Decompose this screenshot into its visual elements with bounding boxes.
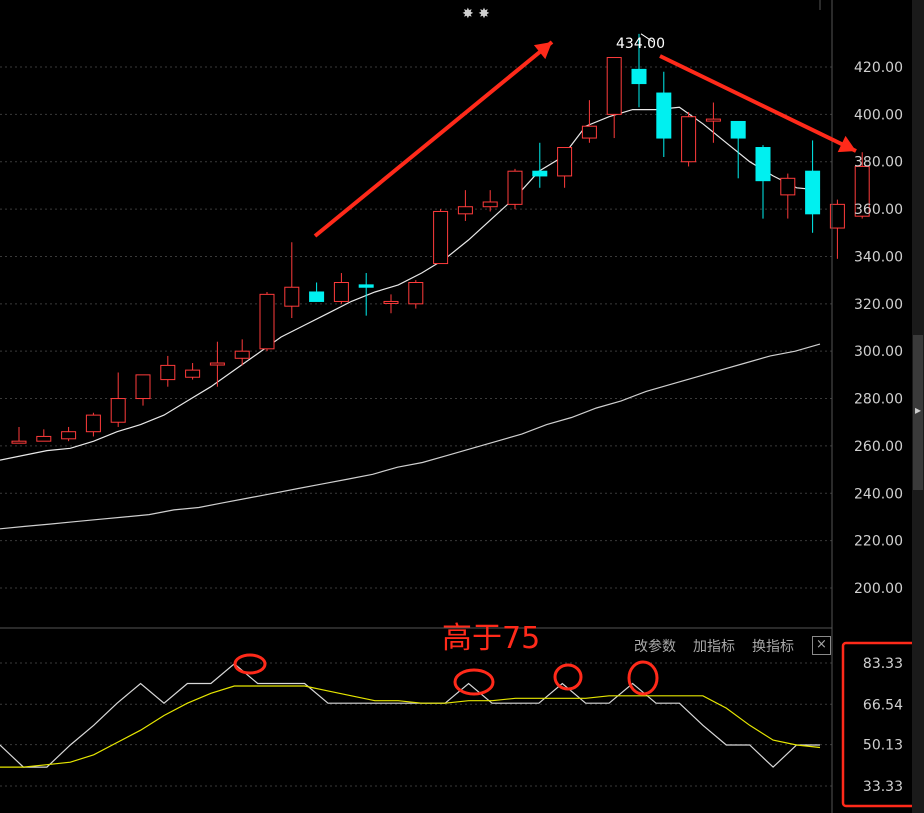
candle-body	[730, 120, 746, 139]
ma-long-line	[0, 343, 821, 530]
candle-body	[656, 92, 672, 139]
red-annotations	[233, 40, 857, 696]
highlight-circle	[627, 660, 659, 696]
price-tick-label: 200.00	[854, 581, 903, 597]
candle-body	[309, 291, 325, 302]
highlight-circle	[453, 668, 495, 696]
candle-body	[85, 414, 101, 433]
top-marks: ✸ ✸	[462, 6, 490, 22]
candle-body	[457, 206, 473, 215]
candle-body	[408, 282, 424, 305]
price-tick-label: 400.00	[854, 107, 903, 123]
max-price-label: 434.00	[616, 36, 665, 52]
highlight-circle	[233, 653, 267, 675]
candle-body	[383, 300, 399, 304]
indicator-tick-label: 33.33	[863, 779, 903, 795]
candle-body	[185, 369, 201, 378]
candle-body	[259, 293, 275, 350]
candle-body	[160, 364, 176, 381]
candle-body	[135, 374, 151, 400]
candle-body	[780, 177, 796, 196]
candle-body	[532, 170, 548, 177]
price-tick-label: 260.00	[854, 439, 903, 455]
candle-body	[284, 286, 300, 307]
edit-params-button[interactable]: 改参数	[634, 636, 676, 656]
candle-body	[61, 431, 77, 440]
candle-body	[581, 125, 597, 139]
price-tick-label: 220.00	[854, 534, 903, 550]
candle-body	[606, 57, 622, 115]
candle-body	[110, 398, 126, 423]
price-tick-label: 380.00	[854, 155, 903, 171]
price-tick-label: 300.00	[854, 344, 903, 360]
annotation-text: 高于75	[442, 621, 541, 656]
indicator-tick-label: 50.13	[863, 738, 903, 754]
candle-body	[482, 201, 498, 208]
ma-long-path	[0, 343, 821, 530]
candle-body	[11, 440, 27, 444]
price-tick-label: 320.00	[854, 297, 903, 313]
price-tick-label: 360.00	[854, 202, 903, 218]
indicator-line-white	[0, 663, 820, 768]
indicator-lines	[0, 663, 821, 768]
stock-chart: 420.00 400.00 380.00 360.00 340.00 320.00 300.…	[0, 0, 921, 813]
candle-body	[805, 170, 821, 215]
indicator-tick-label: 83.33	[863, 656, 903, 672]
price-tick-label: 240.00	[854, 486, 903, 502]
highlight-circle	[553, 663, 583, 691]
candle-body	[358, 284, 374, 288]
scroll-right-icon[interactable]: ▸	[912, 400, 924, 420]
candle-body	[333, 282, 349, 302]
candle-body	[631, 68, 647, 85]
indicator-axis: 83.33 66.54 50.13 33.33	[841, 641, 921, 808]
candle-body	[433, 210, 449, 265]
price-tick-label: 280.00	[854, 392, 903, 408]
sub-gridlines	[0, 662, 832, 787]
add-indicator-button[interactable]: 加指标	[693, 636, 735, 656]
price-tick-label: 340.00	[854, 249, 903, 265]
candle-body	[681, 116, 697, 163]
candle-body	[36, 435, 52, 442]
price-tick-label: 420.00	[854, 60, 903, 76]
arrow-up	[313, 40, 554, 238]
candle-body	[705, 118, 721, 122]
candle-body	[507, 170, 523, 205]
candle-body	[234, 350, 250, 359]
candle-body	[755, 147, 771, 182]
candle-body	[209, 362, 225, 366]
swap-indicator-button[interactable]: 换指标	[752, 636, 794, 656]
main-gridlines	[0, 66, 832, 589]
close-indicator-button[interactable]: ×	[812, 636, 831, 655]
candle-body	[557, 147, 573, 177]
indicator-tick-label: 66.54	[863, 697, 903, 713]
